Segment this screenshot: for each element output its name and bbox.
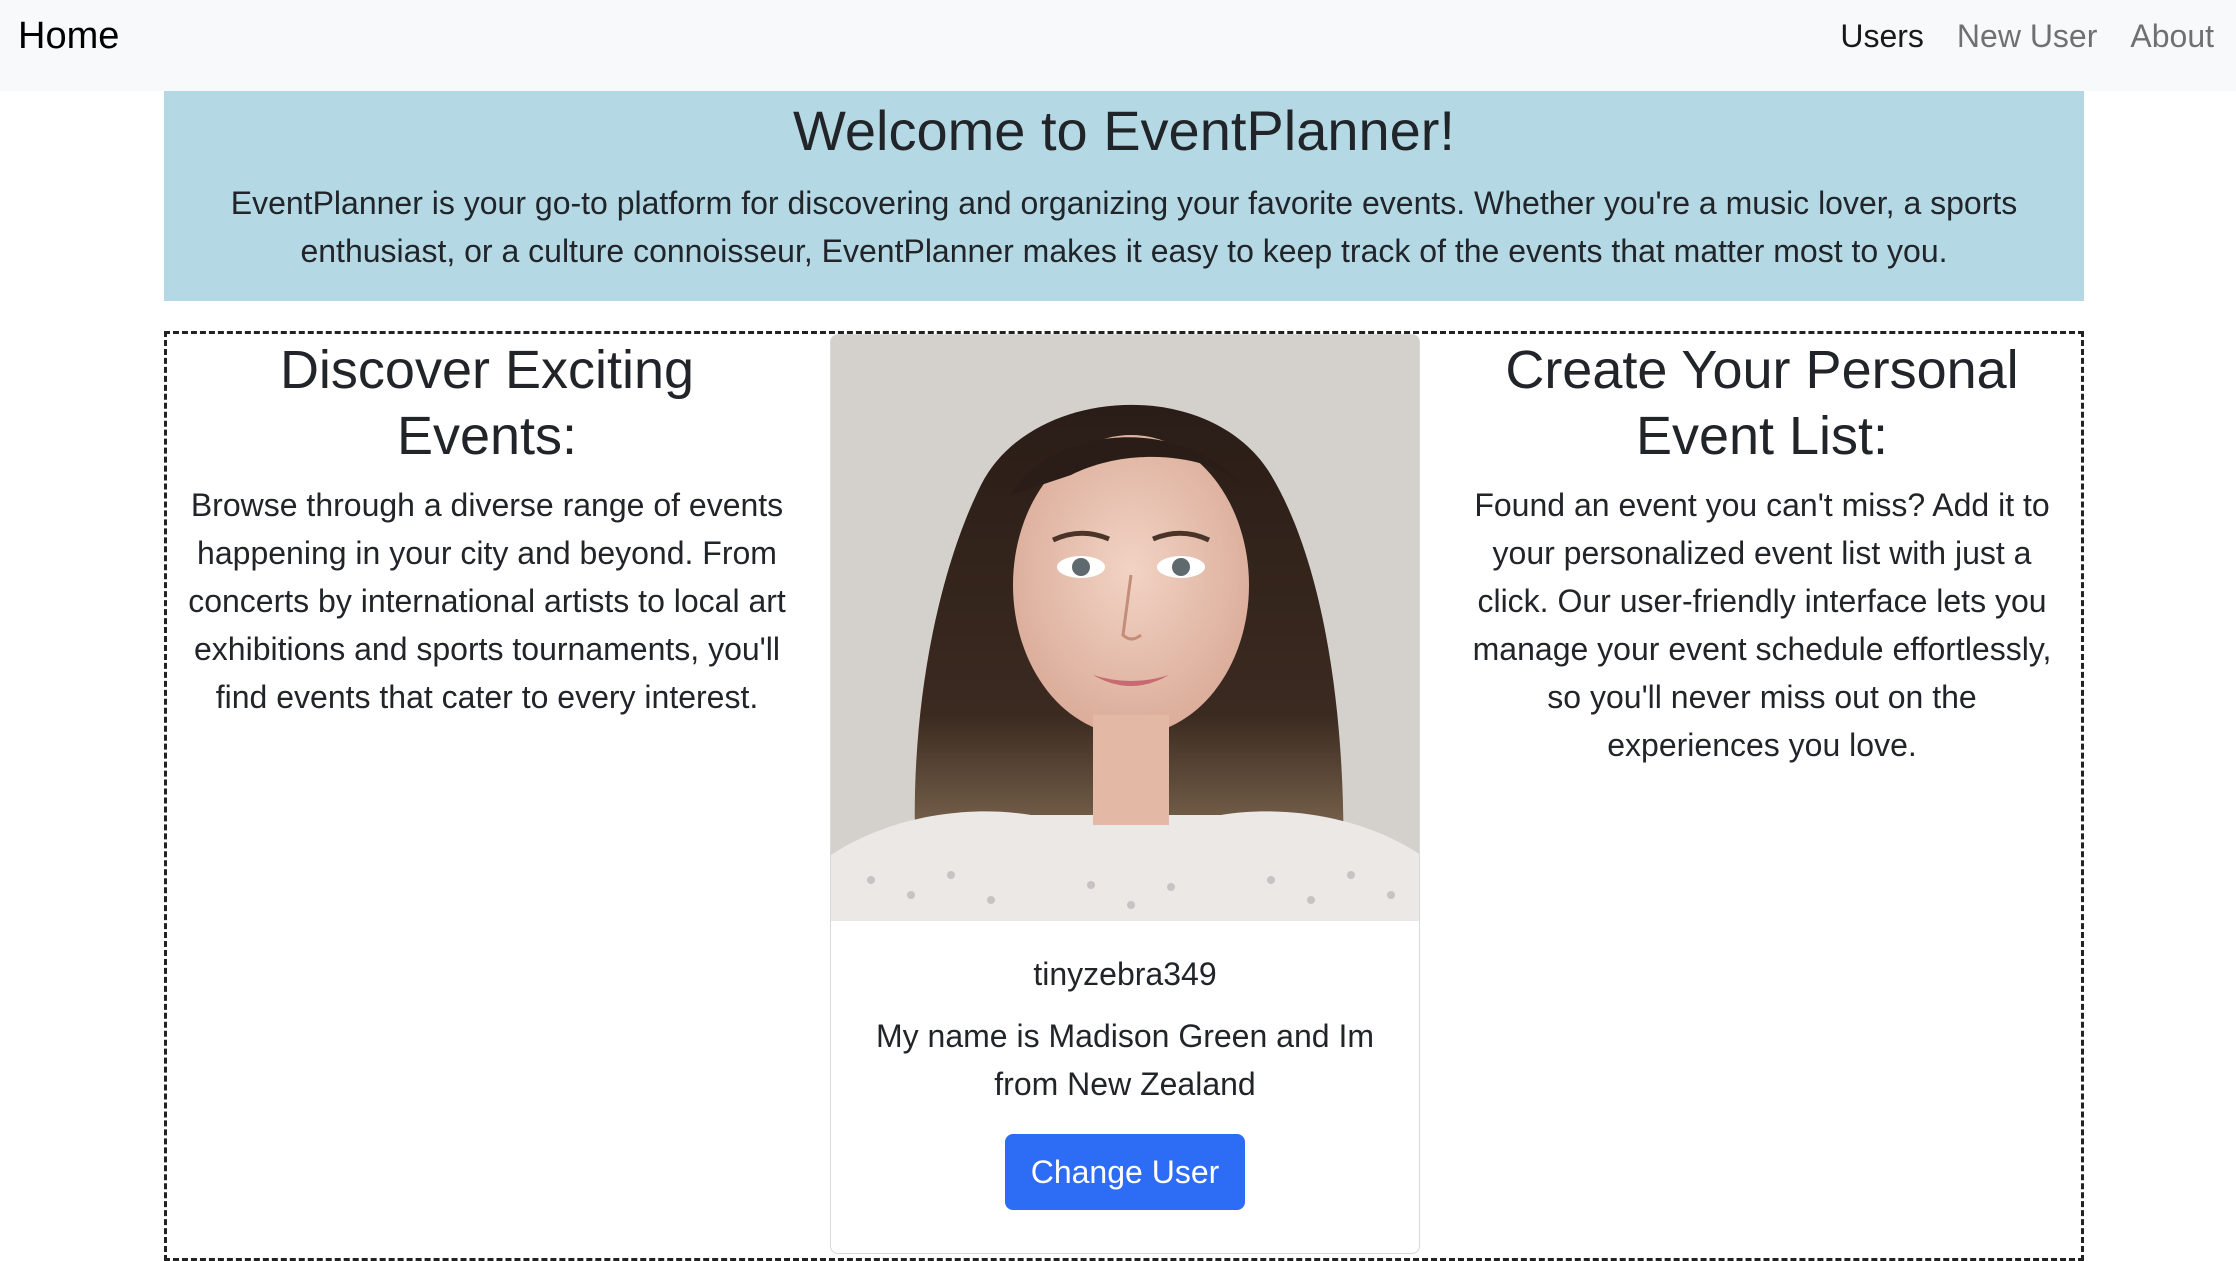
top-navbar: Home Users New User About [0, 0, 2236, 91]
user-photo [831, 335, 1419, 921]
welcome-banner: Welcome to EventPlanner! EventPlanner is… [164, 91, 2084, 301]
nav-links: Users New User About [1840, 14, 2214, 58]
features-section: Discover Exciting Events: Browse through… [164, 331, 2084, 1261]
discover-text: Browse through a diverse range of events… [188, 487, 786, 715]
welcome-title: Welcome to EventPlanner! [793, 99, 1455, 162]
create-text: Found an event you can't miss? Add it to… [1472, 487, 2052, 763]
welcome-text: EventPlanner is your go-to platform for … [230, 185, 2018, 269]
discover-heading: Discover Exciting Events: [279, 340, 695, 466]
user-card: tinyzebra349 My name is Madison Green an… [830, 334, 1420, 1254]
create-heading: Create Your Personal Event List: [1505, 340, 2019, 466]
nav-new-user-link[interactable]: New User [1957, 14, 2097, 58]
nav-users-link[interactable]: Users [1840, 14, 1924, 58]
change-user-button[interactable]: Change User [1005, 1134, 1245, 1210]
home-link[interactable]: Home [18, 14, 119, 58]
user-bio: My name is Madison Green and Im from New… [876, 1018, 1374, 1102]
nav-about-link[interactable]: About [2130, 14, 2214, 58]
create-column: Create Your Personal Event List: Found a… [1462, 334, 2062, 769]
discover-column: Discover Exciting Events: Browse through… [187, 334, 787, 721]
username: tinyzebra349 [1033, 956, 1217, 992]
